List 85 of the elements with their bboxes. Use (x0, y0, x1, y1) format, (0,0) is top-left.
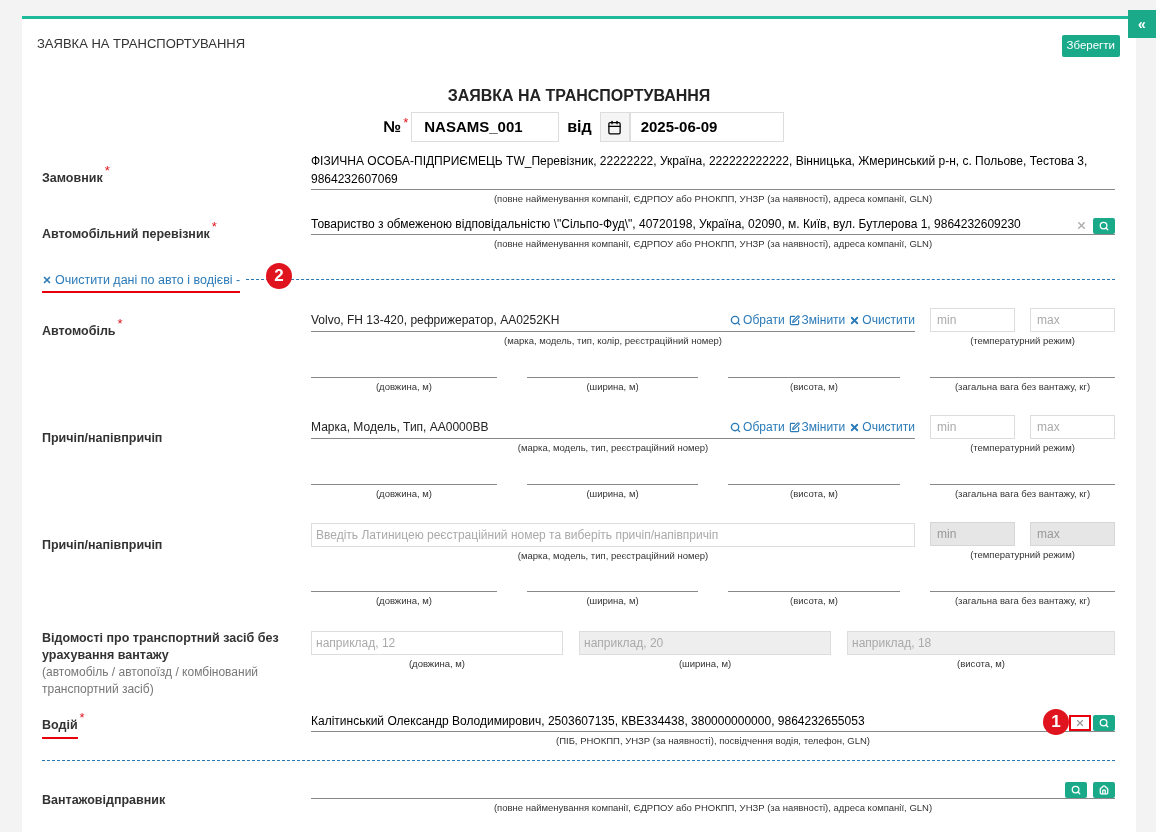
field-caption: (повне найменування компанії, ЄДРПОУ або РНОКПП, УНЗР (за наявності), адреса компанії, GLN) (492, 237, 934, 251)
max-field[interactable]: max (1030, 415, 1115, 439)
action-link[interactable]: Змінити (788, 418, 846, 436)
field-label: Вантажовідправник (42, 792, 166, 809)
close-icon (1075, 718, 1085, 728)
field-caption: (ширина, м) (585, 380, 640, 394)
number-label: № (383, 117, 402, 137)
date-label: від (567, 117, 592, 137)
field-caption: (повне найменування компанії, ЄДРПОУ або РНОКПП, УНЗР (за наявності), адреса компанії, GLN) (492, 801, 934, 815)
field-label: Автомобіль (42, 323, 116, 340)
action-link[interactable]: Змінити (788, 311, 846, 329)
field-label: Причіп/напівпричіп (42, 430, 163, 447)
min-field[interactable]: min (930, 415, 1015, 439)
max-field[interactable]: max (1030, 308, 1115, 332)
field-caption: (ПІБ, РНОКПП, УНЗР (за наявності), посвідчення водія, телефон, GLN) (555, 734, 871, 748)
field-caption: (загальна вага без вантажу, кг) (953, 380, 1092, 394)
close-icon (42, 275, 52, 285)
clear-icon[interactable] (1076, 220, 1087, 231)
annotation-badge: 1 (1043, 709, 1069, 735)
field-caption: (марка, модель, тип, реєстраційний номер) (516, 441, 710, 455)
field-caption: (ширина, м) (585, 487, 640, 501)
action-link[interactable]: Обрати (730, 311, 785, 329)
search-icon (1099, 221, 1109, 231)
panel-title: ЗАЯВКА НА ТРАНСПОРТУВАННЯ (37, 35, 246, 53)
input-field[interactable]: ФІЗИЧНА ОСОБА-ПІДПРИЄМЕЦЬ TW_Перевізник, 22222222, Україна, 222222222222, Вінницька, Жмеринський р-н, с. Польове, Тестова 3, 9864232607069 (311, 152, 1115, 190)
field-label: Автомобільний перевізник (42, 226, 210, 243)
search-icon (1099, 718, 1109, 728)
document-title: ЗАЯВКА НА ТРАНСПОРТУВАННЯ (447, 86, 711, 106)
field-caption: (довжина, м) (374, 380, 434, 394)
collapse-button[interactable]: « (1128, 10, 1156, 38)
close-icon (849, 314, 861, 326)
required-asterisk: * (403, 115, 409, 129)
field-label: Причіп/напівпричіп (42, 537, 163, 554)
field-note: (автомобіль / автопоїзд / комбінований транспортний засіб) (42, 664, 260, 698)
pencil-icon (788, 421, 800, 433)
required-asterisk: * (117, 317, 123, 330)
field-caption: (довжина, м) (374, 487, 434, 501)
field-caption: (висота, м) (789, 594, 839, 608)
field-caption: (температурний режим) (969, 334, 1076, 348)
field-label: Відомості про транспортний засіб без урахування вантажу (42, 630, 280, 664)
field-caption: (ширина, м) (677, 657, 733, 671)
field-caption: (марка, модель, тип, колір, реєстраційний номер) (503, 334, 723, 348)
field-caption: (температурний режим) (969, 441, 1076, 455)
field-label: Замовник (42, 170, 103, 187)
required-asterisk: * (79, 711, 85, 724)
search-button[interactable] (1093, 715, 1115, 731)
field-caption: (марка, модель, тип, реєстраційний номер) (516, 549, 710, 563)
field-caption: (довжина, м) (407, 657, 467, 671)
min-field[interactable]: min (930, 308, 1015, 332)
required-asterisk: * (104, 164, 110, 177)
required-asterisk: * (211, 220, 217, 233)
calendar-icon (607, 119, 623, 135)
action-link[interactable]: Очистити (849, 311, 915, 329)
pencil-icon (788, 314, 800, 326)
action-link[interactable]: Очистити (849, 418, 915, 436)
annotation-badge: 2 (266, 263, 292, 289)
search-button[interactable] (1065, 782, 1087, 798)
field-caption: (висота, м) (789, 380, 839, 394)
search-icon (730, 421, 742, 433)
field-caption: (висота, м) (956, 657, 1006, 671)
field-caption: (ширина, м) (585, 594, 640, 608)
search-button[interactable] (1093, 218, 1115, 234)
field-label: Водій (42, 716, 78, 739)
action-link[interactable]: Обрати (730, 418, 785, 436)
search-icon (730, 314, 742, 326)
input-field[interactable]: Volvo, FH 13-420, рефрижератор, AA0252KH Обрати Змінити Очистити (311, 308, 915, 332)
input-field[interactable]: Марка, Модель, Тип, AA0000BB Обрати Змінити Очистити (311, 415, 915, 439)
field-caption: (температурний режим) (969, 548, 1076, 562)
clear-button[interactable] (1069, 715, 1091, 731)
number-field[interactable]: NASAMS_001 (411, 112, 560, 142)
field-caption: (повне найменування компанії, ЄДРПОУ або РНОКПП, УНЗР (за наявності), адреса компанії, GLN) (492, 192, 934, 206)
home-icon (1099, 785, 1109, 795)
close-icon (849, 421, 861, 433)
field-caption: (висота, м) (789, 487, 839, 501)
field-caption: (довжина, м) (374, 594, 434, 608)
home-button[interactable] (1093, 782, 1115, 798)
input-field[interactable]: Калітинський Олександр Володимирович, 2503607135, КВЕ334438, 380000000000, 9864232655053 (311, 712, 865, 731)
calendar-button[interactable] (599, 112, 630, 142)
clear-data-link[interactable]: Очистити дані по авто і водієві - (42, 270, 241, 294)
field-caption: (загальна вага без вантажу, кг) (953, 594, 1092, 608)
input-field[interactable]: Товариство з обмеженою відповідальністю \"Сільпо-Фуд\", 40720198, Україна, 02090, м. Київ, вул. Бутлерова 1, 9864232609230 (311, 215, 1076, 234)
search-icon (1071, 785, 1081, 795)
save-button[interactable]: Зберегти (1061, 35, 1120, 57)
date-field[interactable]: 2025-06-09 (629, 112, 784, 142)
field-caption: (загальна вага без вантажу, кг) (953, 487, 1092, 501)
